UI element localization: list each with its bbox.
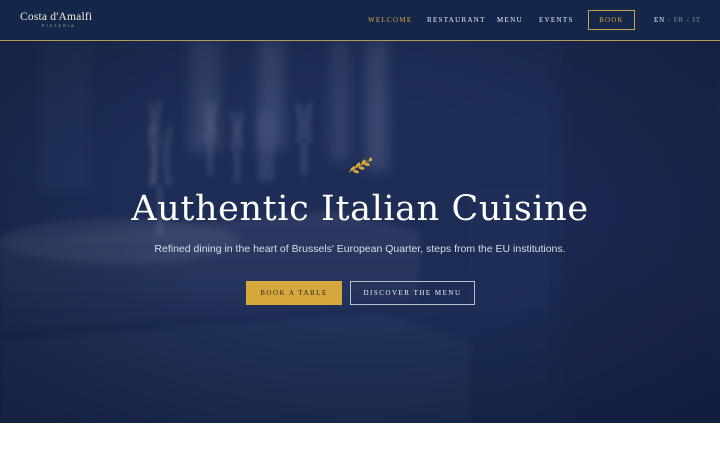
hero-section: Authentic Italian Cuisine Refined dining… bbox=[0, 41, 720, 423]
nav-item-welcome[interactable]: WELCOME bbox=[368, 16, 412, 24]
language-it[interactable]: IT bbox=[693, 16, 701, 24]
language-en[interactable]: EN bbox=[654, 16, 665, 24]
language-separator: / bbox=[667, 16, 671, 24]
hero-subtitle: Refined dining in the heart of Brussels'… bbox=[154, 243, 566, 255]
nav-item-menu[interactable]: MENU bbox=[497, 16, 523, 24]
language-separator: / bbox=[686, 16, 690, 24]
book-button[interactable]: BOOK bbox=[588, 10, 635, 30]
language-fr[interactable]: FR bbox=[674, 16, 684, 24]
olive-branch-icon bbox=[348, 157, 373, 174]
book-a-table-button[interactable]: BOOK A TABLE bbox=[246, 281, 342, 305]
page: Costa d'Amalfi PIZZERIA WELCOME RESTAURA… bbox=[0, 0, 720, 450]
nav-item-restaurant[interactable]: RESTAURANT bbox=[427, 16, 486, 24]
hero-content: Authentic Italian Cuisine Refined dining… bbox=[0, 41, 720, 423]
site-header: Costa d'Amalfi PIZZERIA WELCOME RESTAURA… bbox=[0, 0, 720, 41]
language-switcher: EN / FR / IT bbox=[654, 16, 701, 24]
hero-title: Authentic Italian Cuisine bbox=[131, 189, 589, 229]
nav-item-events[interactable]: EVENTS bbox=[539, 16, 574, 24]
next-section bbox=[0, 423, 720, 450]
discover-menu-button[interactable]: DISCOVER THE MENU bbox=[350, 281, 475, 305]
